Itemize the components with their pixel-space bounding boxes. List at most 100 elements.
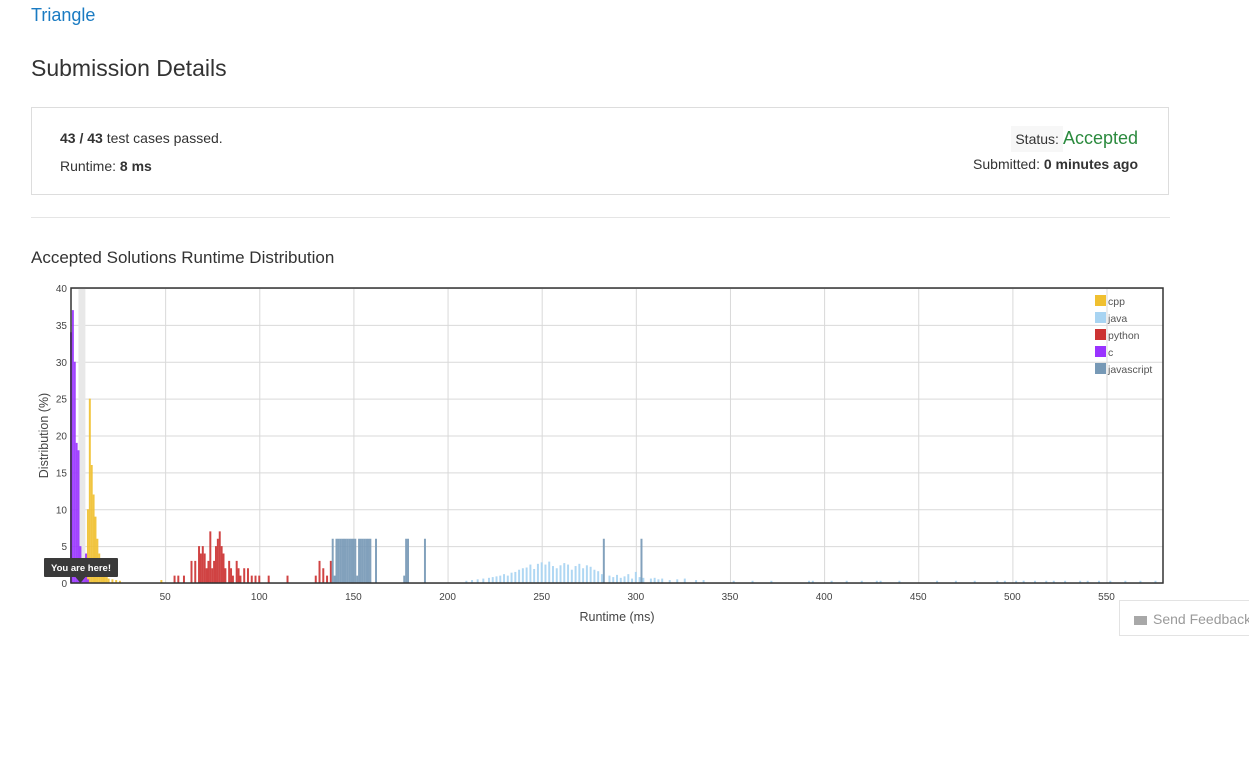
bar-java xyxy=(570,569,573,583)
x-tick-label: 200 xyxy=(439,592,456,603)
summary-left: 43 / 43 test cases passed. Runtime: 8 ms xyxy=(60,130,223,186)
bar-javascript xyxy=(602,538,605,583)
x-tick-label: 450 xyxy=(910,592,927,603)
section-divider xyxy=(31,217,1170,218)
bar-python xyxy=(235,560,238,583)
bar-java xyxy=(499,575,502,583)
bar-java xyxy=(510,572,513,583)
chart-section-title: Accepted Solutions Runtime Distribution xyxy=(31,248,335,267)
bar-python xyxy=(209,531,212,583)
bar-java xyxy=(600,574,603,583)
bar-javascript xyxy=(640,538,643,583)
submission-summary-panel: 43 / 43 test cases passed. Runtime: 8 ms… xyxy=(31,107,1169,195)
bar-java xyxy=(563,563,566,583)
bar-java xyxy=(533,568,536,583)
bar-java xyxy=(548,561,551,583)
bar-java xyxy=(634,571,637,583)
bar-java xyxy=(653,577,656,583)
bar-java xyxy=(623,576,626,583)
legend-swatch-cpp xyxy=(1095,295,1106,306)
legend-label-javascript: javascript xyxy=(1107,364,1152,376)
x-tick-label: 300 xyxy=(627,592,644,603)
bar-java xyxy=(619,577,622,583)
legend-swatch-javascript xyxy=(1095,363,1106,374)
bar-java xyxy=(525,567,528,583)
bar-python xyxy=(318,560,321,583)
bar-python xyxy=(231,575,234,583)
test-cases-text: test cases passed. xyxy=(102,130,223,146)
bar-java xyxy=(514,571,517,583)
bar-javascript xyxy=(423,538,426,583)
y-tick-label: 15 xyxy=(56,468,68,479)
y-tick-label: 0 xyxy=(61,579,67,590)
bar-javascript xyxy=(348,538,351,583)
x-tick-label: 100 xyxy=(251,592,268,603)
bar-java xyxy=(559,565,562,583)
bar-python xyxy=(329,560,332,583)
bar-java xyxy=(589,566,592,583)
status-row: Status: Accepted xyxy=(973,126,1138,156)
bar-java xyxy=(491,577,494,583)
bar-javascript xyxy=(331,538,334,583)
bar-python xyxy=(218,531,221,583)
y-tick-label: 35 xyxy=(56,321,68,332)
bar-javascript xyxy=(350,538,353,583)
send-feedback-label: Send Feedback xyxy=(1153,611,1249,627)
submitted-label: Submitted: xyxy=(973,156,1044,172)
bar-java xyxy=(608,575,611,583)
y-tick-label: 30 xyxy=(56,358,68,369)
bar-python xyxy=(230,568,233,583)
runtime-row: Runtime: 8 ms xyxy=(60,158,223,186)
bar-javascript xyxy=(375,538,377,583)
legend-label-java: java xyxy=(1107,313,1127,325)
bar-python xyxy=(286,575,289,583)
bar-python xyxy=(224,568,227,583)
bar-python xyxy=(246,568,249,583)
bar-java xyxy=(495,576,498,583)
bar-javascript xyxy=(352,538,355,583)
bar-javascript xyxy=(367,538,370,583)
y-tick-label: 10 xyxy=(56,505,68,516)
legend-swatch-java xyxy=(1095,312,1106,323)
send-feedback-button[interactable]: Send Feedback xyxy=(1119,600,1249,636)
bar-java xyxy=(544,564,547,583)
bar-java xyxy=(574,566,577,583)
bar-python xyxy=(182,575,185,583)
bar-java xyxy=(593,569,596,583)
bar-java xyxy=(536,563,539,583)
bar-python xyxy=(173,575,176,583)
bar-python xyxy=(213,560,216,583)
y-tick-label: 40 xyxy=(56,284,68,295)
bar-python xyxy=(214,546,217,583)
bar-java xyxy=(518,569,521,583)
bar-python xyxy=(211,568,214,583)
bar-javascript xyxy=(358,538,361,583)
status-value: Accepted xyxy=(1062,128,1138,148)
x-tick-label: 50 xyxy=(160,592,172,603)
x-axis-label: Runtime (ms) xyxy=(579,610,654,624)
x-tick-label: 350 xyxy=(722,592,739,603)
problem-title-link[interactable]: Triangle xyxy=(31,5,95,26)
bar-python xyxy=(190,560,193,583)
bar-python xyxy=(250,575,253,583)
bar-java xyxy=(638,577,641,583)
bar-python xyxy=(203,553,206,583)
bar-java xyxy=(585,565,588,583)
legend-label-c: c xyxy=(1108,347,1113,359)
bar-java xyxy=(582,568,585,583)
bar-java xyxy=(487,577,490,583)
bar-c xyxy=(73,361,76,583)
submitted-row: Submitted: 0 minutes ago xyxy=(973,156,1138,172)
bar-javascript xyxy=(343,538,345,583)
x-tick-label: 150 xyxy=(345,592,362,603)
bar-java xyxy=(578,563,581,583)
bar-python xyxy=(254,575,257,583)
runtime-distribution-chart: 0 5 10 15 20 25 30 35 40 50 100 150 200 250 300 350 400 4… xyxy=(37,284,1164,624)
bar-javascript xyxy=(405,538,408,583)
y-axis-label: Distribution (%) xyxy=(37,393,51,478)
bar-java xyxy=(567,564,570,583)
bar-java xyxy=(529,564,532,583)
bar-java xyxy=(555,568,558,583)
bar-java xyxy=(597,571,600,583)
bar-python xyxy=(322,568,325,583)
